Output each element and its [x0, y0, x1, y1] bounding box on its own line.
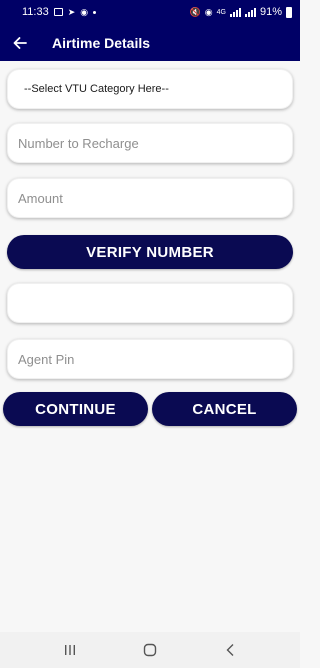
gallery-icon — [53, 8, 63, 16]
location-icon: ◉ — [80, 6, 89, 17]
back-button[interactable] — [0, 24, 40, 61]
verify-number-label: VERIFY NUMBER — [86, 243, 214, 261]
signal-icon — [229, 7, 241, 17]
recent-apps-icon — [65, 645, 75, 655]
system-back-button[interactable] — [215, 635, 245, 665]
signal-icon-2 — [244, 7, 256, 17]
back-chevron-icon — [226, 644, 234, 656]
location-icon: ◉ — [204, 6, 213, 17]
battery-icon — [286, 6, 292, 18]
status-left: 11:33 ➤ ◉ — [22, 6, 97, 18]
verify-number-button[interactable]: VERIFY NUMBER — [7, 235, 293, 269]
number-field-container — [7, 123, 293, 163]
agent-pin-input[interactable] — [18, 351, 282, 367]
battery-percent: 91% — [259, 6, 282, 18]
continue-button[interactable]: CONTINUE — [3, 392, 148, 426]
verification-result-container — [7, 283, 293, 323]
status-time: 11:33 — [22, 6, 49, 18]
recent-apps-button[interactable] — [55, 635, 85, 665]
agent-pin-container — [7, 339, 293, 379]
status-bar: 11:33 ➤ ◉ 🔇 ◉ 4G 91% — [0, 0, 300, 24]
amount-input[interactable] — [18, 190, 282, 206]
app-bar: Airtime Details — [0, 24, 300, 61]
cancel-button[interactable]: CANCEL — [152, 392, 297, 426]
notification-dot-icon — [93, 10, 97, 14]
continue-label: CONTINUE — [35, 400, 116, 418]
back-arrow-icon — [13, 36, 27, 49]
vtu-category-value: --Select VTU Category Here-- — [24, 83, 169, 95]
home-button[interactable] — [135, 635, 165, 665]
home-icon — [143, 643, 157, 657]
send-icon: ➤ — [67, 6, 76, 17]
mute-icon: 🔇 — [189, 6, 201, 17]
amount-field-container — [7, 178, 293, 218]
page-title: Airtime Details — [52, 34, 151, 51]
status-right: 🔇 ◉ 4G 91% — [190, 6, 292, 18]
vtu-category-select[interactable]: --Select VTU Category Here-- — [7, 69, 293, 109]
number-to-recharge-input[interactable] — [18, 135, 282, 151]
cancel-label: CANCEL — [192, 400, 257, 418]
verification-result-field[interactable] — [18, 295, 282, 311]
system-nav-bar — [0, 632, 300, 668]
network-type-label: 4G — [216, 8, 226, 16]
